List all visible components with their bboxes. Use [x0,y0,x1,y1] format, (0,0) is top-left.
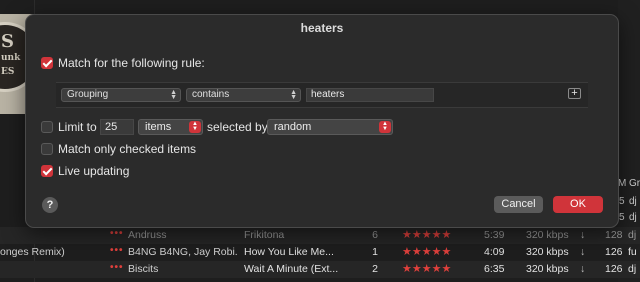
plus-icon: + [571,87,578,99]
table-row[interactable]: ••• Andruss Frikitona 6 ★★★★★ 5:39 320 k… [0,227,640,244]
artist-cell: B4NG B4NG, Jay Robi... [128,246,238,258]
match-rule-label: Match for the following rule: [58,56,205,70]
track-number-cell: 6 [372,229,378,241]
match-checked-checkbox[interactable] [41,143,53,155]
add-rule-button[interactable]: + [568,88,581,99]
grouping-cell: dj [628,263,637,275]
chevron-updown-icon: ▲ ▼ [379,121,391,133]
track-number-cell: 2 [372,263,378,275]
rule-row: Grouping ▲ ▼ contains ▲ ▼ heaters [56,82,588,108]
limit-unit-select[interactable]: items ▲ ▼ [138,119,203,135]
bpm-cell: 128 [605,229,623,241]
more-icon[interactable]: ••• [110,245,124,256]
artist-cell: Andruss [128,229,167,241]
limit-label: Limit to [58,120,97,134]
limit-unit-value: items [145,121,172,133]
live-updating-label: Live updating [58,164,130,178]
selected-by-select[interactable]: random ▲ ▼ [267,119,393,135]
table-row[interactable]: onges Remix) ••• B4NG B4NG, Jay Robi... … [0,244,640,261]
operator-select[interactable]: contains ▲ ▼ [186,88,301,102]
limit-value-input[interactable]: 25 [100,119,134,135]
selected-by-label: selected by [207,120,268,134]
grouping-cell: fu [628,246,637,258]
title-cell-overflow: onges Remix) [0,246,65,258]
rating-stars[interactable]: ★★★★★ [402,245,451,258]
limit-checkbox[interactable] [41,121,53,133]
bitrate-cell: 320 kbps [526,263,569,275]
match-rule-checkbox[interactable] [41,57,53,69]
field-select-value: Grouping [67,89,109,100]
help-button[interactable]: ? [42,197,58,213]
table-row[interactable]: ••• Biscits Wait A Minute (Ext... 2 ★★★★… [0,261,640,278]
grouping-cell: dj [628,229,637,241]
title-cell: Wait A Minute (Ext... [244,263,339,275]
dialog-title: heaters [300,21,344,35]
chevron-updown-icon: ▲ ▼ [170,89,177,101]
selected-by-value: random [274,121,312,133]
smart-playlist-dialog: heaters Match for the following rule: Gr… [25,14,619,228]
download-icon[interactable]: ↓ [580,263,585,275]
download-icon[interactable]: ↓ [580,246,585,258]
chevron-updown-icon: ▲ ▼ [189,121,201,133]
rating-stars[interactable]: ★★★★★ [402,262,451,275]
more-icon[interactable]: ••• [110,228,124,239]
match-checked-label: Match only checked items [58,142,197,156]
title-cell: Frikitona [244,229,285,241]
field-select[interactable]: Grouping ▲ ▼ [61,88,181,102]
chevron-updown-icon: ▲ ▼ [290,89,297,101]
time-cell: 6:35 [484,263,505,275]
bitrate-cell: 320 kbps [526,229,569,241]
time-cell: 5:39 [484,229,505,241]
track-number-cell: 1 [372,246,378,258]
bpm-cell: 126 [605,263,623,275]
cancel-button[interactable]: Cancel [494,196,543,213]
ok-button[interactable]: OK [553,196,603,213]
more-icon[interactable]: ••• [110,262,124,273]
bitrate-cell: 320 kbps [526,246,569,258]
live-updating-checkbox[interactable] [41,165,53,177]
time-cell: 4:09 [484,246,505,258]
download-icon[interactable]: ↓ [580,229,585,241]
title-cell: How You Like Me... [244,246,334,258]
rating-stars[interactable]: ★★★★★ [402,228,451,241]
operator-select-value: contains [192,89,230,100]
column-header-gr[interactable]: Gr [629,178,640,189]
rule-value-input[interactable]: heaters [306,88,434,102]
artist-cell: Biscits [128,263,159,275]
bpm-cell: 126 [605,246,623,258]
column-headers: M Gr [618,176,640,192]
column-header-m[interactable]: M [618,178,626,189]
